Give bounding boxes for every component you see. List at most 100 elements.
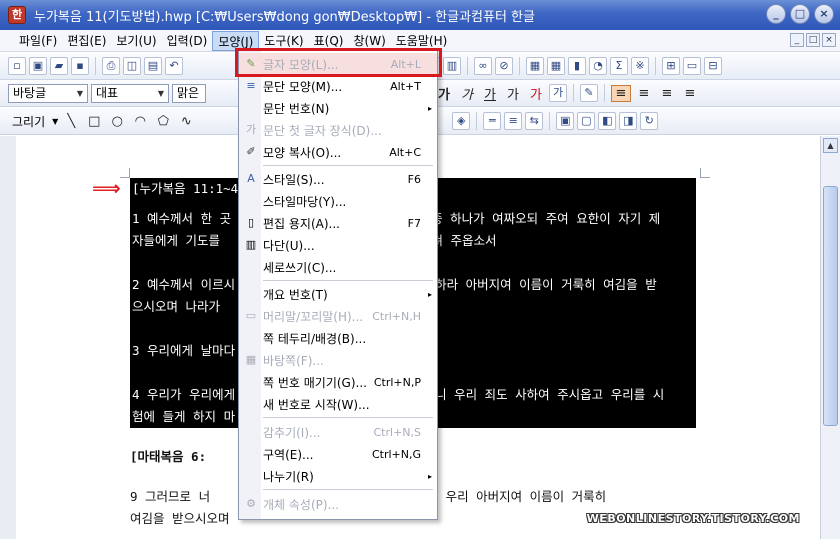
menu-item-columns[interactable]: ▥ 다단(U)... [239, 234, 437, 256]
print-icon[interactable]: ⎙ [102, 57, 120, 75]
font-language-value: 대표 [96, 85, 119, 100]
open-folder-icon[interactable]: ▰ [50, 57, 68, 75]
menu-item-style-gallery[interactable]: 스타일마당(Y)... [239, 190, 437, 212]
font-name-combo[interactable]: 맑은 [172, 83, 206, 103]
document-window-controls: _ □ × [790, 33, 836, 47]
menu-item-page-number[interactable]: 쪽 번호 매기기(G)... Ctrl+N,P [239, 371, 437, 393]
menu-edit[interactable]: 편집(E) [62, 31, 111, 51]
menu-item-break[interactable]: 나누기(R) ▸ [239, 465, 437, 487]
column-icon[interactable]: ▥ [443, 57, 461, 75]
shape-icon[interactable]: ◔ [589, 57, 607, 75]
submenu-arrow-icon: ▸ [427, 471, 432, 481]
unlink-icon[interactable]: ⊘ [495, 57, 513, 75]
toolbar-divider [476, 112, 478, 130]
style-combo[interactable]: 바탕글 ▼ [8, 83, 88, 103]
menu-item-para-shape[interactable]: ≡ 문단 모양(M)... Alt+T [239, 75, 437, 97]
rotate-icon[interactable]: ↻ [640, 112, 659, 130]
group-icon[interactable]: ▣ [556, 112, 575, 130]
curve-tool-icon[interactable]: ∿ [176, 114, 196, 129]
new-document-icon[interactable]: ▫ [8, 57, 26, 75]
menu-item-hide[interactable]: 감추기(I)... Ctrl+N,S [239, 421, 437, 443]
chart-icon[interactable]: ▮ [568, 57, 586, 75]
menu-item-page-border[interactable]: 쪽 테두리/배경(B)... [239, 327, 437, 349]
menu-file[interactable]: 파일(F) [14, 31, 62, 51]
para-shape-icon: ≡ [246, 79, 256, 92]
columns-icon: ▥ [245, 238, 257, 251]
menu-item-master-page[interactable]: ▦ 바탕쪽(F)... [239, 349, 437, 371]
format-dropdown-menu: ✎ 글자 모양(L)... Alt+L ≡ 문단 모양(M)... Alt+T … [238, 50, 438, 520]
toolbar-divider [519, 57, 520, 75]
scan-icon[interactable]: ▤ [144, 57, 162, 75]
toolbar-divider [95, 57, 96, 75]
menu-item-section[interactable]: 구역(E)... Ctrl+N,G [239, 443, 437, 465]
margin-corner-mark [120, 168, 130, 178]
menu-view[interactable]: 보기(U) [111, 31, 161, 51]
grid-icon[interactable]: ⊞ [662, 57, 680, 75]
scroll-up-arrow-icon[interactable]: ▲ [823, 138, 838, 153]
doc-close-button[interactable]: × [822, 33, 836, 47]
minimize-button[interactable]: _ [766, 4, 786, 24]
margin-corner-mark [700, 168, 710, 178]
align-center-button[interactable]: ≡ [657, 86, 677, 101]
menu-item-outline-number[interactable]: 개요 번호(T) ▸ [239, 283, 437, 305]
new-tab-icon[interactable]: ▣ [29, 57, 47, 75]
send-back-icon[interactable]: ◨ [619, 112, 638, 130]
line-tool-icon[interactable]: ╲ [61, 114, 81, 129]
chevron-down-icon: ▼ [76, 88, 83, 98]
pen-icon[interactable]: ✎ [580, 84, 598, 102]
table-icon[interactable]: ▦ [547, 57, 565, 75]
arc-tool-icon[interactable]: ◠ [130, 114, 150, 129]
menu-item-drop-cap[interactable]: 가 문단 첫 글자 장식(D)... [239, 119, 437, 141]
menu-item-header-footer[interactable]: ▭ 머리말/꼬리말(H)... Ctrl+N,H [239, 305, 437, 327]
menu-item-style[interactable]: A 스타일(S)... F6 [239, 168, 437, 190]
font-name-value: 맑은 [177, 85, 200, 100]
vertical-scrollbar[interactable]: ▲ [820, 136, 840, 539]
align-left-button[interactable]: ≡ [634, 86, 654, 101]
rectangle-tool-icon[interactable]: □ [84, 114, 104, 129]
hwp-app-icon[interactable]: 한 [8, 6, 26, 24]
menu-item-object-props[interactable]: ⚙ 개체 속성(P)... [239, 493, 437, 515]
toolbar-divider [549, 112, 551, 130]
italic-button[interactable]: 가 [457, 84, 477, 103]
save-icon[interactable]: ▪ [71, 57, 89, 75]
menu-item-para-number[interactable]: 문단 번호(N) ▸ [239, 97, 437, 119]
strikethrough-button[interactable]: 가 [503, 84, 523, 103]
bring-front-icon[interactable]: ◧ [598, 112, 617, 130]
image-icon[interactable]: ▦ [526, 57, 544, 75]
menu-item-vertical-writing[interactable]: 세로쓰기(C)... [239, 256, 437, 278]
justify-button[interactable]: ≡ [611, 84, 631, 102]
line-style-icon[interactable]: ═ [483, 112, 502, 130]
menu-divider [263, 280, 433, 281]
fill-color-icon[interactable]: ◈ [452, 112, 471, 130]
format-copy-icon: ✐ [246, 145, 256, 158]
maximize-button[interactable]: □ [790, 4, 810, 24]
menu-item-restart-number[interactable]: 새 번호로 시작(W)... [239, 393, 437, 415]
arrow-style-icon[interactable]: ⇆ [525, 112, 544, 130]
font-language-combo[interactable]: 대표 ▼ [91, 83, 169, 103]
line-width-icon[interactable]: ≡ [504, 112, 523, 130]
font-color-button[interactable]: 가 [526, 84, 546, 103]
underline-button[interactable]: 가 [480, 84, 500, 103]
menu-item-page-setup[interactable]: ▯ 편집 용지(A)... F7 [239, 212, 437, 234]
undo-icon[interactable]: ↶ [165, 57, 183, 75]
ungroup-icon[interactable]: ▢ [577, 112, 596, 130]
doc-minimize-button[interactable]: _ [790, 33, 804, 47]
preview-icon[interactable]: ◫ [123, 57, 141, 75]
align-right-button[interactable]: ≡ [680, 86, 700, 101]
doc-restore-button[interactable]: □ [806, 33, 820, 47]
submenu-arrow-icon: ▸ [427, 289, 432, 299]
symbol-icon[interactable]: ※ [631, 57, 649, 75]
settings-icon[interactable]: ⊟ [704, 57, 722, 75]
close-button[interactable]: × [814, 4, 834, 24]
polygon-tool-icon[interactable]: ⬠ [153, 114, 173, 129]
highlight-box-icon[interactable]: 가 [549, 84, 567, 102]
link-icon[interactable]: ∞ [474, 57, 492, 75]
equation-icon[interactable]: Σ [610, 57, 628, 75]
draw-menu-label[interactable]: 그리기 [8, 113, 49, 130]
memo-icon[interactable]: ▭ [683, 57, 701, 75]
menu-item-format-copy[interactable]: ✐ 모양 복사(O)... Alt+C [239, 141, 437, 163]
menu-insert[interactable]: 입력(D) [162, 31, 213, 51]
scrollbar-thumb[interactable] [823, 186, 838, 426]
page-setup-icon: ▯ [247, 216, 255, 229]
ellipse-tool-icon[interactable]: ○ [107, 114, 127, 129]
